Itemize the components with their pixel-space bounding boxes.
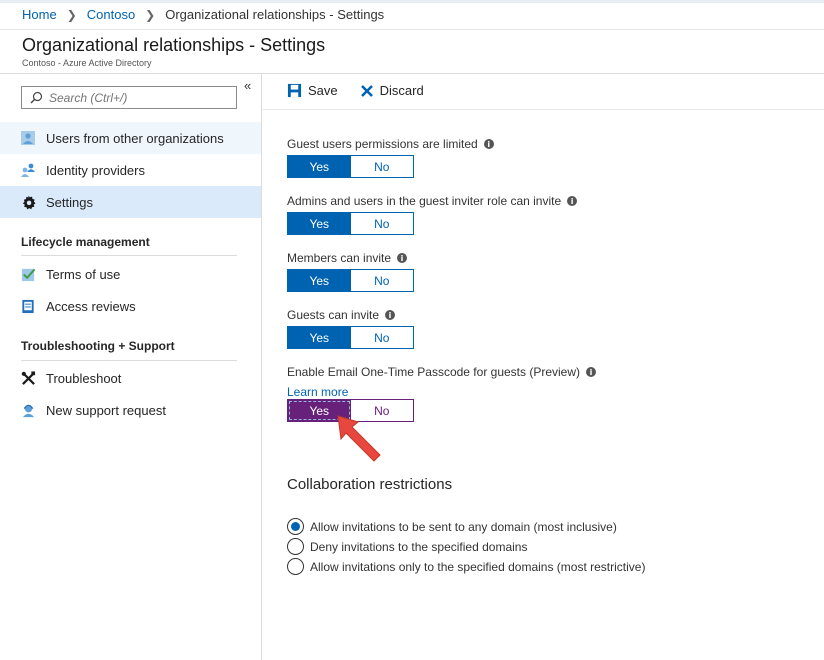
breadcrumb-divider: [0, 29, 824, 30]
sidebar-item-identity-providers[interactable]: Identity providers: [0, 154, 261, 186]
sidebar-item-label: New support request: [46, 403, 166, 418]
sidebar-item-terms-of-use[interactable]: Terms of use: [0, 258, 261, 290]
tools-icon: [20, 370, 36, 386]
setting-label-email-otp: Enable Email One-Time Passcode for guest…: [287, 365, 596, 379]
identity-providers-icon: [20, 162, 36, 178]
info-icon[interactable]: i: [567, 196, 577, 206]
close-icon: [360, 84, 374, 98]
sidebar-item-label: Identity providers: [46, 163, 145, 178]
discard-label: Discard: [380, 83, 424, 98]
breadcrumb-home[interactable]: Home: [22, 7, 57, 22]
section-heading-lifecycle: Lifecycle management: [21, 235, 150, 249]
sidebar-item-label: Access reviews: [46, 299, 136, 314]
toggle-inviter-role: Yes No: [287, 212, 414, 235]
breadcrumb: Home ❯ Contoso ❯ Organizational relation…: [22, 7, 384, 22]
sidebar-item-users-from-other-organizations[interactable]: Users from other organizations: [0, 122, 261, 154]
toggle-guests-invite: Yes No: [287, 326, 414, 349]
command-bar-divider: [262, 109, 824, 110]
setting-label-guest-permissions: Guest users permissions are limited i: [287, 137, 494, 151]
toggle-yes-option[interactable]: Yes: [288, 327, 351, 348]
access-reviews-icon: [20, 298, 36, 314]
sidebar: « Users from other organizations Identit…: [0, 74, 262, 660]
setting-label-inviter-role: Admins and users in the guest inviter ro…: [287, 194, 577, 208]
setting-label-text: Guest users permissions are limited: [287, 137, 478, 151]
learn-more-link[interactable]: Learn more: [287, 385, 348, 399]
search-box[interactable]: [21, 86, 237, 109]
command-bar: Save Discard: [287, 83, 424, 98]
page-title: Organizational relationships - Settings: [22, 35, 325, 56]
info-icon[interactable]: i: [385, 310, 395, 320]
chevron-right-icon: ❯: [141, 8, 159, 22]
radio-button[interactable]: [287, 538, 304, 555]
section-divider: [21, 255, 237, 256]
sidebar-item-troubleshoot[interactable]: Troubleshoot: [0, 362, 261, 394]
toggle-no-option[interactable]: No: [351, 270, 414, 291]
info-icon[interactable]: i: [397, 253, 407, 263]
toggle-members-invite: Yes No: [287, 269, 414, 292]
setting-label-text: Enable Email One-Time Passcode for guest…: [287, 365, 580, 379]
toggle-yes-option[interactable]: Yes: [288, 270, 351, 291]
toggle-no-option[interactable]: No: [351, 156, 414, 177]
radio-allow-only-specified-domains[interactable]: Allow invitations only to the specified …: [287, 558, 645, 575]
section-divider: [21, 360, 237, 361]
radio-button[interactable]: [287, 558, 304, 575]
sidebar-item-label: Users from other organizations: [46, 131, 224, 146]
info-icon[interactable]: i: [484, 139, 494, 149]
radio-label: Deny invitations to the specified domain…: [310, 540, 527, 554]
info-icon[interactable]: i: [586, 367, 596, 377]
breadcrumb-tenant[interactable]: Contoso: [87, 7, 135, 22]
toggle-yes-option[interactable]: Yes: [288, 213, 351, 234]
toggle-yes-option[interactable]: Yes: [288, 156, 351, 177]
save-label: Save: [308, 83, 338, 98]
breadcrumb-current: Organizational relationships - Settings: [165, 7, 384, 22]
save-icon: [287, 83, 302, 98]
sidebar-item-new-support-request[interactable]: New support request: [0, 394, 261, 426]
search-input[interactable]: [49, 91, 229, 105]
sidebar-item-label: Terms of use: [46, 267, 120, 282]
discard-button[interactable]: Discard: [360, 83, 424, 98]
radio-allow-any-domain[interactable]: Allow invitations to be sent to any doma…: [287, 518, 617, 535]
users-icon: [20, 130, 36, 146]
sidebar-item-label: Troubleshoot: [46, 371, 121, 386]
collapse-sidebar-icon[interactable]: «: [244, 78, 251, 93]
radio-label: Allow invitations to be sent to any doma…: [310, 520, 617, 534]
gear-icon: [20, 194, 36, 210]
toggle-guest-permissions: Yes No: [287, 155, 414, 178]
setting-label-text: Guests can invite: [287, 308, 379, 322]
setting-label-members-invite: Members can invite i: [287, 251, 407, 265]
sidebar-item-settings[interactable]: Settings: [0, 186, 261, 218]
search-icon: [30, 91, 43, 104]
radio-label: Allow invitations only to the specified …: [310, 560, 645, 574]
toggle-no-option[interactable]: No: [351, 327, 414, 348]
annotation-arrow-icon: [332, 412, 392, 468]
setting-label-text: Members can invite: [287, 251, 391, 265]
radio-button[interactable]: [287, 518, 304, 535]
collaboration-restrictions-title: Collaboration restrictions: [287, 476, 452, 493]
save-button[interactable]: Save: [287, 83, 338, 98]
terms-icon: [20, 266, 36, 282]
chevron-right-icon: ❯: [63, 8, 81, 22]
sidebar-item-access-reviews[interactable]: Access reviews: [0, 290, 261, 322]
radio-deny-specified-domains[interactable]: Deny invitations to the specified domain…: [287, 538, 527, 555]
setting-label-text: Admins and users in the guest inviter ro…: [287, 194, 561, 208]
toggle-no-option[interactable]: No: [351, 213, 414, 234]
setting-label-guests-invite: Guests can invite i: [287, 308, 395, 322]
page-subtitle: Contoso - Azure Active Directory: [22, 58, 152, 68]
support-icon: [20, 402, 36, 418]
section-heading-troubleshooting: Troubleshooting + Support: [21, 339, 175, 353]
sidebar-item-label: Settings: [46, 195, 93, 210]
top-accent-bar: [0, 0, 824, 4]
